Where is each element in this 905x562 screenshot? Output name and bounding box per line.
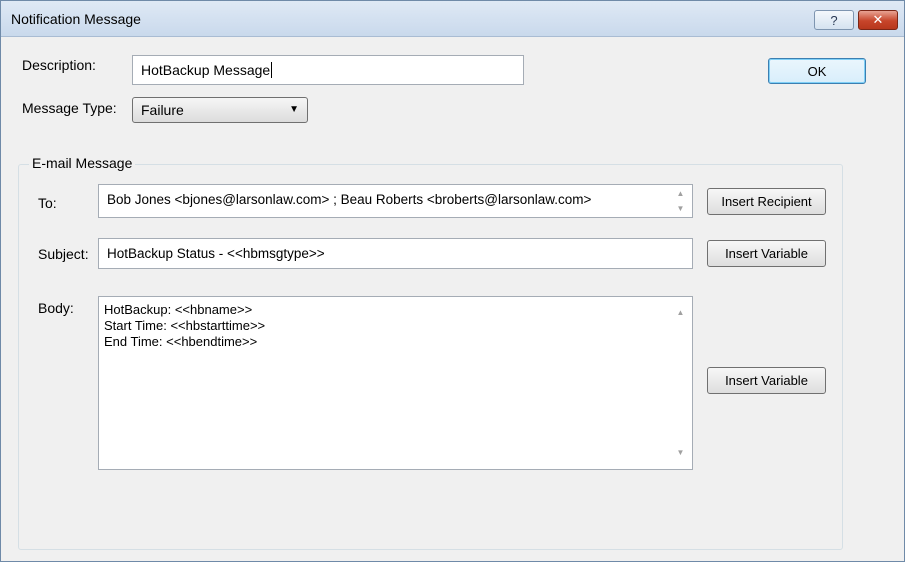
email-group-title: E-mail Message bbox=[29, 155, 136, 171]
close-button[interactable]: ✕ bbox=[858, 10, 898, 30]
message-type-value: Failure bbox=[141, 102, 184, 118]
help-button[interactable]: ? bbox=[814, 10, 854, 30]
body-line: End Time: <<hbendtime>> bbox=[104, 334, 258, 349]
ok-button[interactable]: OK bbox=[768, 58, 866, 84]
chevron-down-icon[interactable]: ▼ bbox=[677, 445, 685, 461]
description-value: HotBackup Message bbox=[141, 62, 271, 78]
to-scrollbar[interactable]: ▲ ▼ bbox=[669, 185, 692, 217]
title-bar: Notification Message ? ✕ bbox=[1, 1, 904, 37]
insert-variable-subject-label: Insert Variable bbox=[725, 246, 808, 261]
subject-label: Subject: bbox=[38, 246, 89, 262]
triangle-down-icon: ▼ bbox=[289, 104, 299, 115]
description-input[interactable]: HotBackup Message bbox=[132, 55, 524, 85]
close-icon: ✕ bbox=[872, 12, 884, 27]
insert-variable-subject-button[interactable]: Insert Variable bbox=[707, 240, 826, 267]
body-label: Body: bbox=[38, 300, 74, 316]
ok-button-label: OK bbox=[807, 63, 827, 79]
insert-variable-body-button[interactable]: Insert Variable bbox=[707, 367, 826, 394]
subject-value: HotBackup Status - <<hbmsgtype>> bbox=[107, 246, 325, 261]
to-field[interactable]: Bob Jones <bjones@larsonlaw.com> ; Beau … bbox=[98, 184, 693, 218]
body-scrollbar[interactable]: ▲ ▼ bbox=[669, 297, 692, 469]
help-icon: ? bbox=[830, 12, 838, 28]
body-line: Start Time: <<hbstarttime>> bbox=[104, 318, 266, 333]
chevron-down-icon[interactable]: ▼ bbox=[677, 204, 685, 213]
message-type-label: Message Type: bbox=[22, 100, 117, 116]
body-line: HotBackup: <<hbname>> bbox=[104, 302, 253, 317]
to-label: To: bbox=[38, 195, 57, 211]
subject-field[interactable]: HotBackup Status - <<hbmsgtype>> bbox=[98, 238, 693, 269]
chevron-up-icon[interactable]: ▲ bbox=[677, 305, 685, 321]
message-type-dropdown[interactable]: Failure ▼ bbox=[132, 97, 308, 123]
dialog-window: Notification Message ? ✕ Description: Ho… bbox=[0, 0, 905, 562]
insert-recipient-button[interactable]: Insert Recipient bbox=[707, 188, 826, 215]
body-field[interactable]: HotBackup: <<hbname>> Start Time: <<hbst… bbox=[98, 296, 693, 470]
insert-variable-body-label: Insert Variable bbox=[725, 373, 808, 388]
description-label: Description: bbox=[22, 57, 96, 73]
text-caret bbox=[271, 62, 273, 78]
insert-recipient-label: Insert Recipient bbox=[721, 194, 812, 209]
chevron-up-icon[interactable]: ▲ bbox=[677, 189, 685, 198]
window-title: Notification Message bbox=[11, 11, 141, 27]
to-value: Bob Jones <bjones@larsonlaw.com> ; Beau … bbox=[107, 192, 592, 207]
